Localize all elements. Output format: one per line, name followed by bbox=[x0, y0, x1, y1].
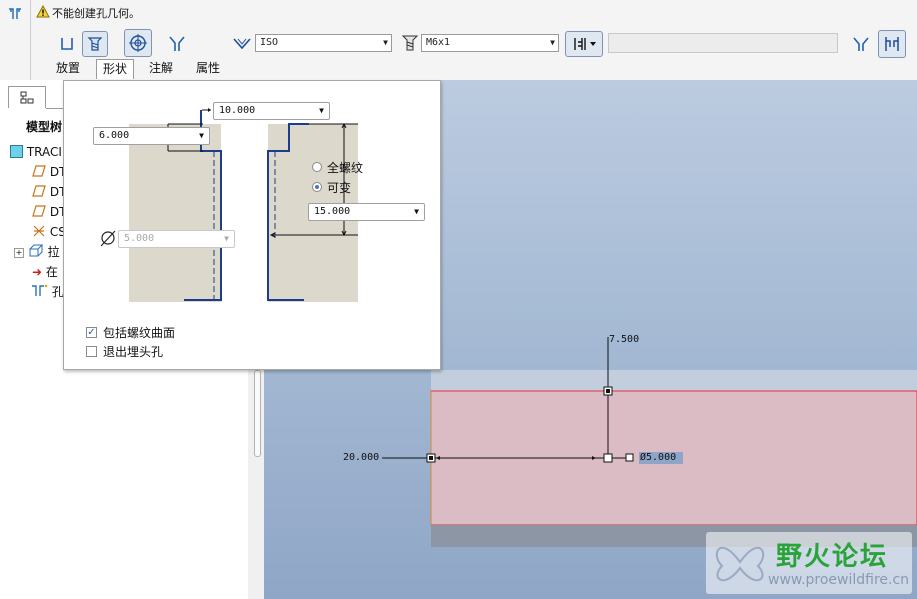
datum-plane-icon bbox=[32, 185, 46, 199]
butterfly-logo-icon bbox=[710, 534, 770, 595]
tab-annotation[interactable]: 注解 bbox=[143, 59, 179, 78]
tree-item-datum-1[interactable]: DT bbox=[32, 162, 66, 182]
watermark-url: www.proewildfire.cn bbox=[768, 572, 910, 588]
chevron-down-icon: ▼ bbox=[414, 207, 419, 216]
hole-center-handle[interactable] bbox=[603, 453, 613, 463]
screw-size-value: M6x1 bbox=[426, 37, 451, 48]
preview-button[interactable] bbox=[848, 31, 874, 57]
model-tree-title: 模型树 bbox=[26, 120, 63, 134]
status-message: 不能创建孔几何。 bbox=[52, 7, 140, 20]
variable-radio[interactable] bbox=[312, 182, 322, 192]
tree-item-hole[interactable]: 孔 bbox=[30, 282, 64, 302]
chevron-down-icon: ▼ bbox=[224, 234, 229, 243]
tab-placement[interactable]: 放置 bbox=[50, 59, 86, 78]
exit-countersink-checkbox[interactable] bbox=[86, 346, 97, 357]
tab-properties[interactable]: 属性 bbox=[190, 59, 226, 78]
tab-shape[interactable]: 形状 bbox=[96, 59, 134, 79]
thread-length-select[interactable]: 10.000 ▼ bbox=[213, 102, 330, 120]
thread-standard-icon bbox=[232, 36, 252, 55]
full-thread-label: 全螺纹 bbox=[327, 161, 364, 175]
warning-icon bbox=[36, 4, 50, 21]
part-icon bbox=[10, 145, 23, 158]
tree-item-extrude[interactable]: + 拉 bbox=[14, 242, 60, 262]
depth-option-button[interactable] bbox=[565, 31, 603, 57]
simple-hole-icon bbox=[61, 38, 73, 50]
hole-preview-icon bbox=[853, 37, 869, 51]
chevron-down-icon: ▼ bbox=[383, 38, 388, 47]
hole-icon bbox=[30, 284, 48, 299]
tree-item-part[interactable]: TRACI bbox=[10, 142, 62, 162]
chevron-down-icon: ▼ bbox=[199, 131, 204, 140]
tree-item-label: TRACI bbox=[26, 145, 62, 159]
dim-offset-left[interactable]: 20.000 bbox=[343, 452, 379, 463]
csys-icon bbox=[32, 225, 46, 239]
diameter-handle[interactable] bbox=[625, 453, 634, 462]
tree-structure-icon bbox=[20, 91, 34, 108]
countersink-button[interactable] bbox=[164, 31, 190, 57]
separator bbox=[30, 0, 31, 80]
shape-panel: 10.000 ▼ 6.000 ▼ 5.000 ▼ 15.000 ▼ 全螺纹 可变… bbox=[63, 80, 441, 370]
edge-reference-dot bbox=[429, 456, 433, 460]
forum-watermark: 野火论坛 www.proewildfire.cn bbox=[706, 532, 912, 594]
full-thread-radio[interactable] bbox=[312, 162, 322, 172]
standard-hole-icon bbox=[87, 37, 103, 51]
screw-size-icon bbox=[401, 34, 419, 55]
countersink-select[interactable]: 6.000 ▼ bbox=[93, 127, 210, 145]
insert-here-icon: ➜ bbox=[32, 265, 43, 279]
tree-item-datum-3[interactable]: DT bbox=[32, 202, 66, 222]
countersink-icon bbox=[169, 36, 185, 51]
tree-item-label: 在 bbox=[45, 265, 58, 279]
part-top-face bbox=[431, 370, 917, 391]
chevron-down-icon: ▼ bbox=[319, 106, 324, 115]
include-thread-surface-checkbox[interactable]: ✓ bbox=[86, 327, 97, 338]
offset-handle-dot bbox=[606, 389, 610, 393]
watermark-brand: 野火论坛 bbox=[776, 542, 889, 572]
expand-icon: + bbox=[14, 248, 24, 258]
standard-hole-button[interactable] bbox=[82, 31, 108, 57]
splitter-handle[interactable] bbox=[254, 370, 261, 457]
tree-item-datum-2[interactable]: DT bbox=[32, 182, 66, 202]
screw-size-select[interactable]: M6x1 ▼ bbox=[421, 34, 559, 52]
datum-plane-icon bbox=[32, 205, 46, 219]
thread-length-value: 10.000 bbox=[219, 105, 256, 116]
depth-value: 15.000 bbox=[314, 206, 351, 217]
thread-preview-icon bbox=[885, 37, 899, 51]
depth-value-field[interactable] bbox=[608, 33, 838, 53]
extrude-icon bbox=[28, 244, 44, 259]
chevron-down-icon: ▼ bbox=[550, 38, 555, 47]
tap-crosshair-icon bbox=[129, 34, 147, 52]
simple-hole-button[interactable] bbox=[54, 31, 80, 57]
variable-label: 可变 bbox=[327, 181, 352, 195]
tree-item-insert-here[interactable]: ➜ 在 bbox=[32, 262, 58, 282]
add-tapping-button[interactable] bbox=[124, 29, 152, 57]
blind-depth-icon bbox=[574, 38, 596, 50]
hole-feature-icon bbox=[7, 6, 23, 25]
model-tree-tab[interactable] bbox=[8, 86, 46, 108]
include-thread-surface-label: 包括螺纹曲面 bbox=[103, 326, 176, 340]
tree-item-csys[interactable]: CS bbox=[32, 222, 66, 242]
tree-item-label: 拉 bbox=[47, 245, 60, 259]
thread-standard-value: ISO bbox=[260, 37, 279, 48]
datum-plane-icon bbox=[32, 165, 46, 179]
arrow-right-icon bbox=[208, 108, 211, 112]
countersink-value: 6.000 bbox=[99, 130, 130, 141]
dim-offset-top[interactable]: 7.500 bbox=[609, 334, 639, 345]
exit-countersink-label: 退出埋头孔 bbox=[103, 345, 164, 359]
thread-preview-button[interactable] bbox=[878, 30, 906, 58]
diameter-select[interactable]: 5.000 ▼ bbox=[118, 230, 235, 248]
hole-dashboard: 不能创建孔几何。 ISO ▼ M6x1 ▼ 放置 形状 注解 属性 bbox=[0, 0, 917, 81]
dim-diameter[interactable]: Ø5.000 bbox=[640, 452, 676, 463]
thread-standard-select[interactable]: ISO ▼ bbox=[255, 34, 392, 52]
diameter-value: 5.000 bbox=[124, 233, 155, 244]
depth-select[interactable]: 15.000 ▼ bbox=[308, 203, 425, 221]
